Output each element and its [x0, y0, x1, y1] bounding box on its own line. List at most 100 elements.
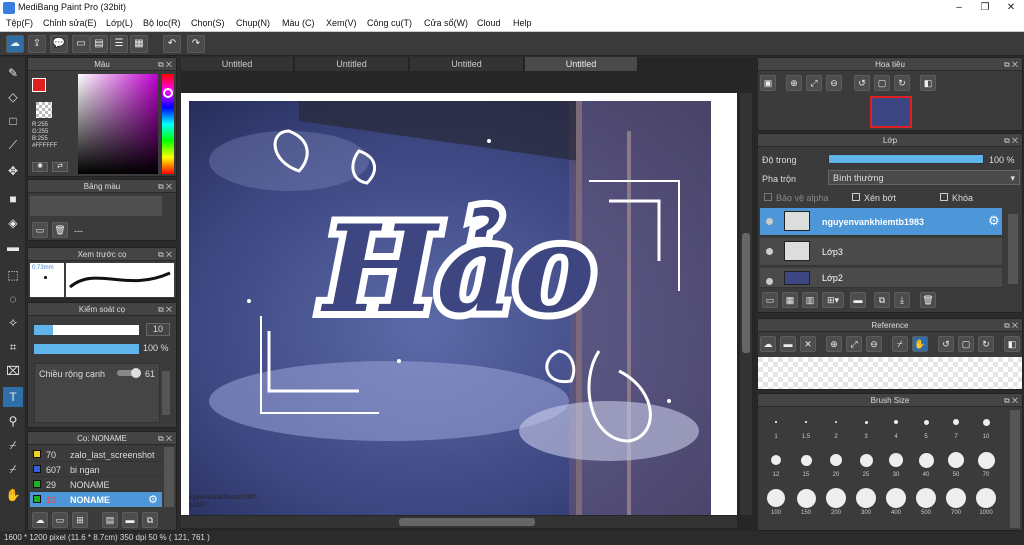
palette-area[interactable] [30, 196, 162, 216]
rotate-right-icon[interactable]: ↻ [894, 75, 910, 91]
brush-size-input[interactable]: 10 [146, 323, 170, 336]
brush-tool-icon[interactable]: ✎ [3, 63, 23, 83]
brush-size-cell[interactable]: 10 [972, 412, 1000, 446]
primary-color-swatch[interactable] [32, 78, 46, 92]
zoom-out-icon[interactable]: ⊖ [826, 75, 842, 91]
brush-list-item[interactable]: 29 NONAME [30, 477, 162, 492]
vertical-scrollbar[interactable] [740, 93, 752, 515]
brush-new-icon[interactable]: ▭ [52, 512, 68, 528]
visibility-eye-icon[interactable] [766, 248, 773, 255]
document-icon[interactable]: ▤ [90, 35, 108, 53]
reference-rotate-right-icon[interactable]: ↻ [978, 336, 994, 352]
brush-size-cell[interactable]: 7 [942, 412, 970, 446]
new-layer-icon[interactable]: ▭ [762, 292, 778, 308]
fill-rect-tool-icon[interactable]: ■ [3, 189, 23, 209]
magic-wand-tool-icon[interactable]: ✧ [3, 313, 23, 333]
rectangle-tool-icon[interactable]: □ [3, 111, 23, 131]
menu-window[interactable]: Cửa sổ(W) [424, 18, 468, 28]
menu-edit[interactable]: Chỉnh sửa(E) [43, 18, 97, 28]
redo-icon[interactable]: ↷ [187, 35, 205, 53]
close-window-button[interactable]: ✕ [998, 0, 1024, 16]
reference-open-icon[interactable]: ▬ [780, 336, 796, 352]
panel-controls-icon[interactable]: ⧉ ✕ [1004, 134, 1018, 147]
rotate-left-icon[interactable]: ↺ [854, 75, 870, 91]
eyedropper2-tool-icon[interactable]: ⌿ [3, 459, 23, 479]
layer-opacity-slider[interactable] [828, 154, 984, 164]
navigator-thumbnail[interactable] [870, 96, 912, 128]
reference-image-area[interactable] [758, 357, 1022, 389]
panel-controls-icon[interactable]: ⧉ ✕ [158, 432, 172, 445]
fit-window-icon[interactable]: ⤢ [806, 75, 822, 91]
select-eraser-tool-icon[interactable]: ⌧ [3, 361, 23, 381]
gear-icon[interactable]: ⚙ [988, 213, 1000, 229]
dot-tool-icon[interactable]: ⟋ [3, 135, 23, 155]
layer-row[interactable]: nguyenvankhiemtb1983 ⚙ [760, 208, 1002, 236]
layer-row[interactable]: Lớp2 [760, 268, 1002, 288]
brush-cloud-icon[interactable]: ☁ [32, 512, 48, 528]
brush-list-item-selected[interactable]: 10 NONAME ⚙ [30, 492, 162, 507]
layer-row[interactable]: Lớp3 [760, 238, 1002, 266]
delete-layer-icon[interactable]: 🗑 [920, 292, 936, 308]
new-layer-1bit-icon[interactable]: ▥ [802, 292, 818, 308]
brush-size-cell[interactable]: 300 [852, 488, 880, 522]
reference-eyedropper-icon[interactable]: ⌿ [892, 336, 908, 352]
brush-folder-icon[interactable]: ▬ [122, 512, 138, 528]
new-palette-icon[interactable]: ▭ [32, 222, 48, 238]
reference-hand-icon[interactable]: ✋ [912, 336, 928, 352]
brush-opacity-slider[interactable] [34, 344, 139, 354]
menu-select[interactable]: Chọn(S) [191, 18, 225, 28]
brush-size-cell[interactable]: 1 [762, 412, 790, 446]
brush-size-cell[interactable]: 400 [882, 488, 910, 522]
menu-cloud[interactable]: Cloud [477, 18, 501, 28]
page-icon[interactable]: ▭ [72, 35, 90, 53]
blend-mode-select[interactable]: Bình thường ▾ [828, 170, 1020, 185]
list-icon[interactable]: ☰ [110, 35, 128, 53]
minimize-button[interactable]: – [946, 0, 972, 16]
brush-property-icon[interactable]: ▤ [102, 512, 118, 528]
gradient-tool-icon[interactable]: ▬ [3, 237, 23, 257]
brush-size-cell[interactable]: 30 [882, 450, 910, 484]
brush-size-cell[interactable]: 1000 [972, 488, 1000, 522]
cloud-icon[interactable]: ☁ [6, 35, 24, 53]
brush-list-scrollbar[interactable] [164, 447, 174, 507]
brush-size-cell[interactable]: 70 [972, 450, 1000, 484]
menu-color[interactable]: Màu (C) [282, 18, 315, 28]
menu-tools[interactable]: Công cụ(T) [367, 18, 412, 28]
brush-size-cell[interactable]: 12 [762, 450, 790, 484]
eraser-tool-icon[interactable]: ◇ [3, 87, 23, 107]
bucket-tool-icon[interactable]: ◈ [3, 213, 23, 233]
reference-fit-icon[interactable]: ⤢ [846, 336, 862, 352]
reference-zoom-out-icon[interactable]: ⊖ [866, 336, 882, 352]
brush-size-cell[interactable]: 150 [792, 488, 820, 522]
undo-icon[interactable]: ↶ [163, 35, 181, 53]
gear-icon[interactable]: ⚙ [148, 493, 158, 506]
flip-icon[interactable]: ◧ [920, 75, 936, 91]
panel-controls-icon[interactable]: ⧉ ✕ [1004, 58, 1018, 71]
brush-size-cell[interactable]: 700 [942, 488, 970, 522]
layer-folder-icon[interactable]: ▬ [850, 292, 866, 308]
tab-untitled-1[interactable]: Untitled [181, 57, 294, 71]
merge-layer-icon[interactable]: ⤓ [894, 292, 910, 308]
menu-snap[interactable]: Chụp(N) [236, 18, 270, 28]
brush-list-item[interactable]: 607 bi ngan [30, 462, 162, 477]
move-tool-icon[interactable]: ✥ [3, 161, 23, 181]
layer-scrollbar[interactable] [1008, 214, 1018, 284]
brush-size-cell[interactable]: 500 [912, 488, 940, 522]
brush-size-cell[interactable]: 4 [882, 412, 910, 446]
panel-controls-icon[interactable]: ⧉ ✕ [158, 180, 172, 193]
edge-width-slider[interactable] [117, 368, 141, 378]
tab-untitled-3[interactable]: Untitled [410, 57, 524, 71]
brush-size-scrollbar[interactable] [1010, 410, 1020, 528]
reference-close-icon[interactable]: ✕ [800, 336, 816, 352]
panel-controls-icon[interactable]: ⧉ ✕ [158, 303, 172, 316]
brush-size-slider[interactable] [34, 325, 139, 335]
canvas-artwork[interactable]: Hảo nguyenvankhiemtb1983 hd347 [189, 101, 711, 515]
brush-control-scrollbar[interactable] [162, 371, 170, 415]
eyedropper-tool-icon[interactable]: ⌿ [3, 435, 23, 455]
select-rect-tool-icon[interactable]: ⬚ [3, 265, 23, 285]
brush-size-cell[interactable]: 15 [792, 450, 820, 484]
operation-tool-icon[interactable]: ⚲ [3, 411, 23, 431]
reset-view-icon[interactable]: ▢ [874, 75, 890, 91]
transparent-swatch[interactable] [36, 102, 52, 118]
saturation-picker[interactable] [78, 74, 158, 174]
